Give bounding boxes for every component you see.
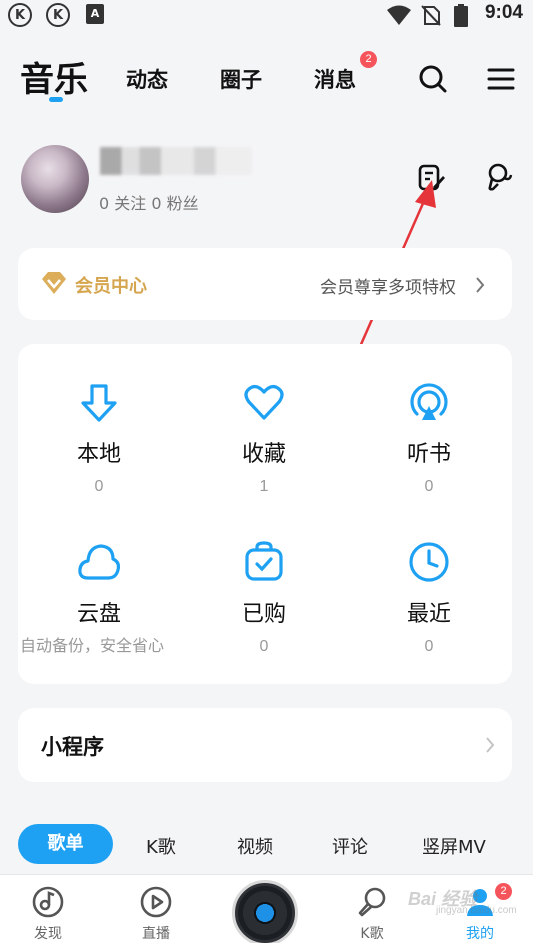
status-bar: K K A 9:04 <box>0 0 533 30</box>
grid-item-cloud[interactable]: 云盘 <box>39 540 159 628</box>
username-blurred[interactable] <box>100 147 252 175</box>
grid-item-local[interactable]: 本地 0 <box>39 380 159 496</box>
vip-center-label: 会员中心 <box>75 276 147 297</box>
top-nav: 音乐 动态 圈子 消息 2 <box>0 50 533 110</box>
tab-moments[interactable]: 动态 <box>126 64 168 94</box>
audiobook-icon <box>410 383 448 420</box>
cloud-icon <box>78 544 121 580</box>
tab-vertical-mv[interactable]: 竖屏MV <box>422 833 486 859</box>
grid-item-audiobooks[interactable]: 听书 0 <box>369 380 489 496</box>
music-disc-icon <box>32 886 64 918</box>
nav-karaoke[interactable]: K歌 <box>337 885 407 943</box>
wifi-icon <box>387 5 411 25</box>
now-playing-disc[interactable] <box>232 880 298 943</box>
status-time: 9:04 <box>484 2 523 23</box>
baidu-watermark-domain: jingyan.baidu.com <box>436 905 517 916</box>
microphone-icon[interactable] <box>484 163 514 193</box>
menu-icon[interactable] <box>486 64 516 94</box>
vip-promo-text: 会员尊享多项特权 <box>320 278 456 298</box>
message-badge: 2 <box>360 51 377 68</box>
tab-playlists[interactable]: 歌单 <box>18 824 113 864</box>
grid-item-recent[interactable]: 最近 0 <box>369 540 489 656</box>
nav-discover[interactable]: 发现 <box>13 885 83 943</box>
tab-videos[interactable]: 视频 <box>237 833 273 859</box>
live-play-icon <box>140 886 172 918</box>
battery-icon <box>454 4 468 27</box>
mini-program-label: 小程序 <box>41 735 104 759</box>
nav-live[interactable]: 直播 <box>121 885 191 943</box>
purchased-bag-icon <box>245 541 283 581</box>
kugou-notification-icon: K <box>46 3 70 27</box>
tab-music[interactable]: 音乐 <box>20 52 88 101</box>
karaoke-mic-icon <box>358 887 386 917</box>
follow-stats[interactable]: 0 关注 0 粉丝 <box>99 190 199 214</box>
tab-circles[interactable]: 圈子 <box>220 64 262 94</box>
grid-item-purchased[interactable]: 已购 0 <box>204 540 324 656</box>
chevron-right-icon <box>476 277 485 293</box>
me-badge: 2 <box>495 883 512 900</box>
download-icon <box>81 384 117 422</box>
vip-diamond-icon <box>42 272 66 294</box>
grid-item-favorites[interactable]: 收藏 1 <box>204 380 324 496</box>
clock-icon <box>409 542 449 582</box>
tab-messages[interactable]: 消息 <box>314 64 356 94</box>
app-notification-icon: A <box>86 4 104 24</box>
no-sim-icon <box>421 5 441 26</box>
chevron-right-icon <box>486 737 495 753</box>
tab-comments[interactable]: 评论 <box>332 833 368 859</box>
active-tab-indicator <box>49 97 63 102</box>
tab-karaoke[interactable]: K歌 <box>146 833 176 859</box>
avatar[interactable] <box>21 145 89 213</box>
cloud-backup-hint: 自动备份，安全省心 <box>20 636 165 655</box>
kugou-notification-icon: K <box>8 3 32 27</box>
heart-icon <box>244 385 284 420</box>
search-icon[interactable] <box>418 64 448 94</box>
